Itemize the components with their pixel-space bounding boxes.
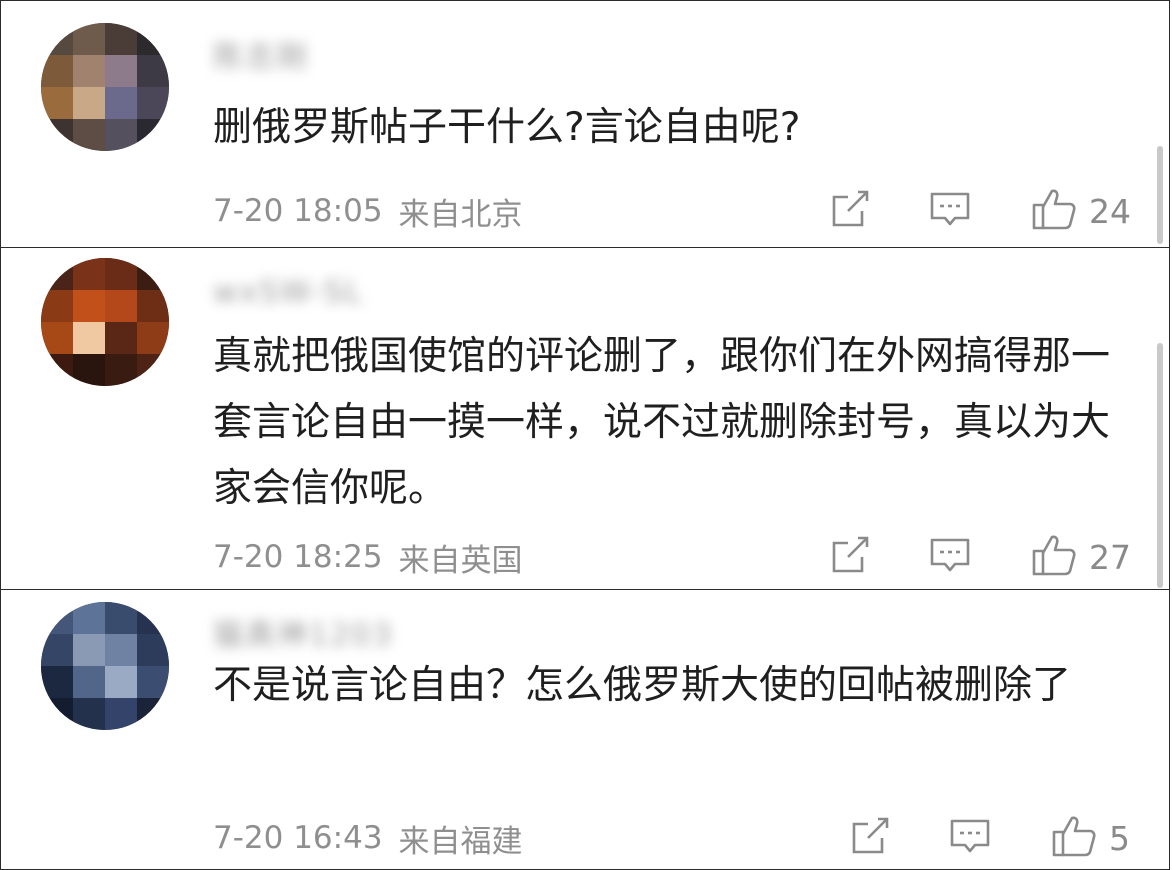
like-button[interactable] [1029,532,1079,582]
thumbs-up-icon [1051,813,1097,863]
share-icon [828,187,872,235]
location: 来自北京 [398,196,523,233]
comment-meta: 7-20 18:05 来自北京 [213,189,523,233]
thumbs-up-icon [1031,532,1077,582]
share-icon [828,533,872,581]
comment-button[interactable] [925,532,975,582]
comment-actions: 27 [825,532,1131,582]
comment-button[interactable] [945,813,995,863]
like-count: 5 [1109,818,1130,858]
username[interactable]: 猫真神1203 [213,612,393,653]
location: 来自福建 [398,823,523,860]
comment-actions: 24 [825,186,1131,236]
like-count: 24 [1089,191,1131,231]
share-button[interactable] [825,186,875,236]
comment-item: wxSW-SL 真就把俄国使馆的评论删了，跟你们在外网搞得那一套言论自由一摸一样… [0,247,1170,590]
comment-item: 陈志刚 删俄罗斯帖子干什么?言论自由呢? 7-20 18:05 来自北京 24 [0,0,1170,248]
comment-text: 删俄罗斯帖子干什么?言论自由呢? [213,105,801,150]
username[interactable]: wxSW-SL [213,272,363,312]
comment-meta: 7-20 18:25 来自英国 [213,535,523,579]
timestamp: 7-20 16:43 [213,820,383,856]
like-count: 27 [1089,537,1131,577]
share-icon [848,814,892,862]
timestamp: 7-20 18:05 [213,193,383,229]
share-button[interactable] [845,813,895,863]
avatar[interactable] [41,602,169,730]
comment-button[interactable] [925,186,975,236]
location: 来自英国 [398,542,523,579]
avatar[interactable] [41,23,169,151]
comment-list: 陈志刚 删俄罗斯帖子干什么?言论自由呢? 7-20 18:05 来自北京 24 … [0,0,1172,870]
scrollbar[interactable] [1157,343,1163,588]
comment-icon [928,533,972,581]
avatar[interactable] [41,258,169,386]
comment-icon [928,187,972,235]
comment-icon [948,814,992,862]
comment-text: 不是说言论自由？怎么俄罗斯大使的回帖被删除了 [213,663,1072,708]
comment-item: 猫真神1203 不是说言论自由？怎么俄罗斯大使的回帖被删除了 7-20 16:4… [0,589,1170,870]
comment-meta: 7-20 16:43 来自福建 [213,816,523,860]
like-button[interactable] [1049,813,1099,863]
thumbs-up-icon [1031,186,1077,236]
comment-actions: 5 [845,813,1151,863]
scrollbar[interactable] [1157,146,1163,244]
timestamp: 7-20 18:25 [213,539,383,575]
comment-text: 真就把俄国使馆的评论删了，跟你们在外网搞得那一套言论自由一摸一样，说不过就删除封… [213,334,1111,511]
like-button[interactable] [1029,186,1079,236]
share-button[interactable] [825,532,875,582]
username[interactable]: 陈志刚 [213,34,309,75]
